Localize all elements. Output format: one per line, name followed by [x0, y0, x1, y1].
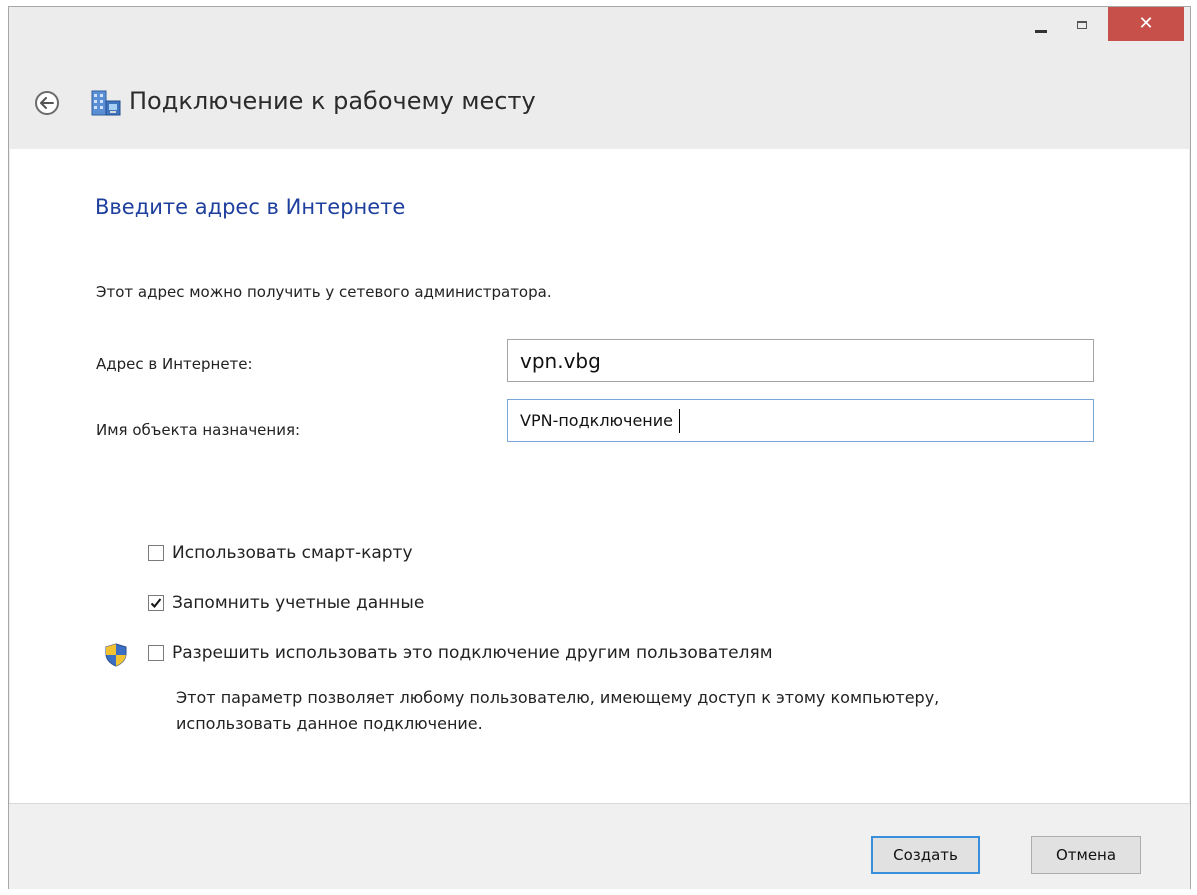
create-button[interactable]: Создать: [871, 836, 980, 874]
close-icon: ✕: [1138, 13, 1154, 34]
allow-other-users-option[interactable]: Разрешить использовать это подключение д…: [148, 643, 773, 663]
back-arrow-icon: [40, 97, 54, 109]
address-value: vpn.vbg: [520, 348, 601, 373]
network-connection-icon: [91, 90, 121, 116]
close-button[interactable]: ✕: [1108, 7, 1184, 41]
uac-shield-icon: [105, 643, 127, 667]
wizard-content: Введите адрес в Интернете Этот адрес мож…: [10, 149, 1189, 803]
allow-other-users-label: Разрешить использовать это подключение д…: [172, 643, 773, 663]
minimize-icon: [1035, 29, 1047, 33]
address-label: Адрес в Интернете:: [96, 355, 253, 373]
allow-other-users-description: Этот параметр позволяет любому пользоват…: [176, 688, 940, 733]
destination-name-value: VPN-подключение: [520, 411, 674, 430]
address-input[interactable]: vpn.vbg: [507, 339, 1094, 382]
text-caret: [679, 408, 681, 433]
maximize-button[interactable]: [1063, 7, 1101, 43]
remember-credentials-option[interactable]: Запомнить учетные данные: [148, 593, 424, 613]
remember-credentials-checkbox[interactable]: [148, 595, 164, 611]
minimize-button[interactable]: [1021, 7, 1061, 43]
allow-other-users-checkbox[interactable]: [148, 645, 164, 661]
smart-card-checkbox[interactable]: [148, 545, 164, 561]
remember-credentials-label: Запомнить учетные данные: [172, 593, 425, 613]
page-heading: Введите адрес в Интернете: [95, 195, 406, 219]
destination-name-input[interactable]: VPN-подключение: [507, 399, 1094, 442]
back-button[interactable]: [35, 91, 59, 115]
dialog-window: ✕ Подключение к рабочему месту Введите а…: [8, 6, 1191, 889]
wizard-header: Подключение к рабочему месту: [9, 67, 1190, 137]
button-bar: Создать Отмена: [9, 803, 1190, 889]
window-title: Подключение к рабочему месту: [129, 87, 536, 115]
checkmark-icon: [150, 598, 162, 608]
destination-name-label: Имя объекта назначения:: [96, 421, 301, 439]
smart-card-option[interactable]: Использовать смарт-карту: [148, 543, 413, 563]
smart-card-label: Использовать смарт-карту: [172, 543, 413, 563]
cancel-button[interactable]: Отмена: [1031, 836, 1141, 874]
intro-text: Этот адрес можно получить у сетевого адм…: [96, 283, 552, 301]
maximize-icon: [1077, 21, 1087, 29]
